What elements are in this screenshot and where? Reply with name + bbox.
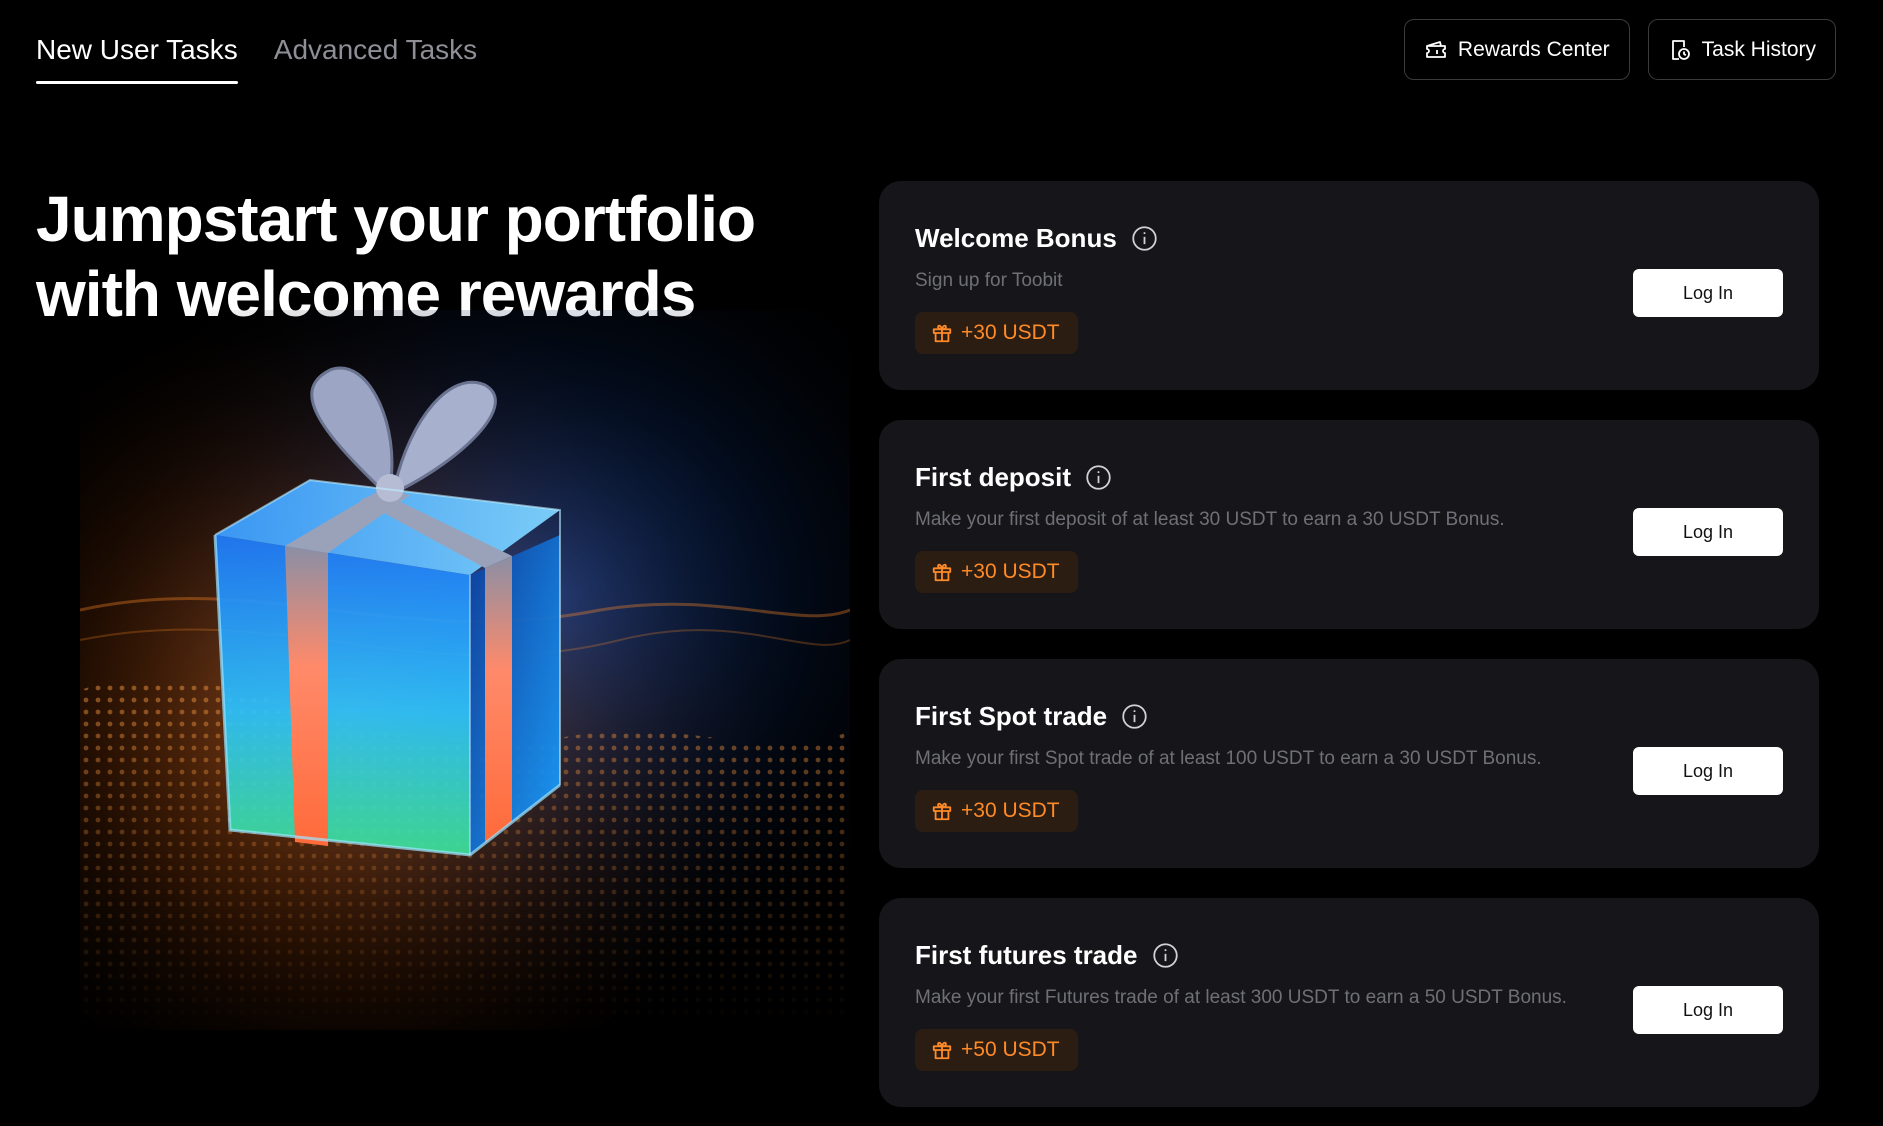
info-icon[interactable] — [1152, 942, 1179, 969]
page: New User Tasks Advanced Tasks Rewards Ce… — [0, 0, 1883, 1126]
task-history-label: Task History — [1701, 37, 1816, 61]
info-icon[interactable] — [1085, 464, 1112, 491]
task-card-first-futures-trade: First futures trade Make your first Futu… — [879, 898, 1819, 1107]
login-button[interactable]: Log In — [1633, 508, 1783, 556]
reward-badge: +50 USDT — [915, 1029, 1078, 1071]
ticket-icon — [1426, 40, 1446, 58]
task-tabs: New User Tasks Advanced Tasks — [36, 30, 477, 84]
rewards-center-label: Rewards Center — [1457, 37, 1610, 61]
tab-new-user-tasks[interactable]: New User Tasks — [36, 30, 238, 84]
login-button[interactable]: Log In — [1633, 986, 1783, 1034]
gift-icon — [932, 802, 952, 821]
info-icon[interactable] — [1121, 703, 1148, 730]
login-button[interactable]: Log In — [1633, 747, 1783, 795]
gift-box-illustration — [80, 310, 850, 1030]
rewards-center-button[interactable]: Rewards Center — [1403, 19, 1630, 80]
task-card-first-deposit: First deposit Make your first deposit of… — [879, 420, 1819, 629]
task-title: Welcome Bonus — [915, 219, 1783, 257]
tab-advanced-tasks[interactable]: Advanced Tasks — [274, 30, 477, 84]
reward-badge: +30 USDT — [915, 551, 1078, 593]
task-title-text: Welcome Bonus — [915, 222, 1117, 253]
task-card-welcome-bonus: Welcome Bonus Sign up for Toobit +30 USD… — [879, 181, 1819, 390]
reward-amount: +30 USDT — [961, 799, 1060, 822]
login-button[interactable]: Log In — [1633, 269, 1783, 317]
gift-icon — [932, 563, 952, 582]
task-title: First deposit — [915, 458, 1783, 496]
task-list: Welcome Bonus Sign up for Toobit +30 USD… — [879, 181, 1819, 1126]
top-actions: Rewards Center Task History — [1403, 19, 1836, 80]
reward-badge: +30 USDT — [915, 312, 1078, 354]
task-history-button[interactable]: Task History — [1647, 19, 1836, 80]
task-card-first-spot-trade: First Spot trade Make your first Spot tr… — [879, 659, 1819, 868]
task-title-text: First futures trade — [915, 939, 1138, 970]
hero-title-line1: Jumpstart your portfolio — [36, 183, 756, 255]
info-icon[interactable] — [1131, 225, 1158, 252]
task-title: First futures trade — [915, 936, 1783, 974]
reward-amount: +30 USDT — [961, 560, 1060, 583]
task-title-text: First Spot trade — [915, 700, 1108, 731]
task-title: First Spot trade — [915, 697, 1783, 735]
reward-amount: +50 USDT — [961, 1038, 1060, 1061]
task-title-text: First deposit — [915, 461, 1072, 492]
gift-icon — [932, 324, 952, 343]
history-document-icon — [1671, 39, 1690, 60]
reward-amount: +30 USDT — [961, 321, 1060, 344]
gift-icon — [932, 1041, 952, 1060]
reward-badge: +30 USDT — [915, 790, 1078, 832]
